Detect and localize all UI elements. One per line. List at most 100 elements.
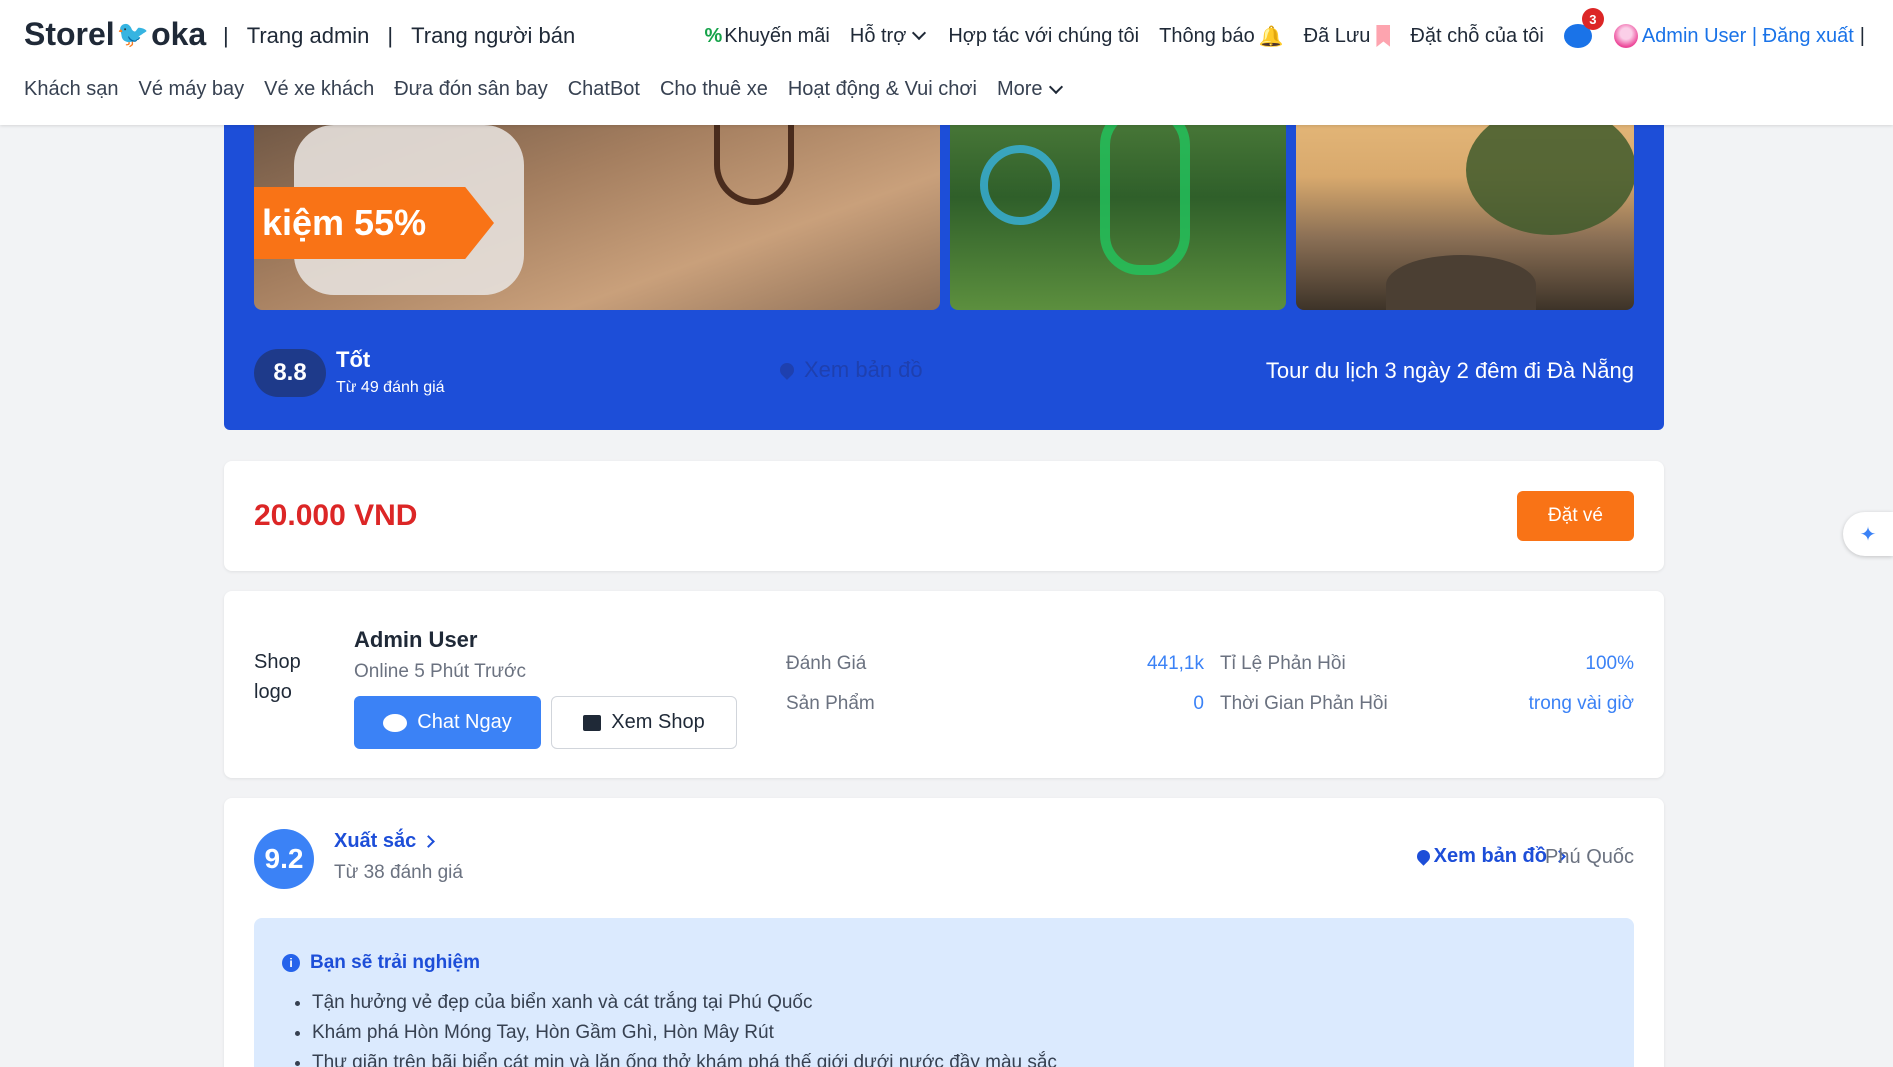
- my-bookings-label: Đặt chỗ của tôi: [1410, 24, 1544, 47]
- support-label: Hỗ trợ: [849, 24, 907, 47]
- saved-link[interactable]: Đã Lưu: [1304, 25, 1391, 48]
- info-icon: i: [282, 954, 300, 972]
- rating-label: Xuất sắc: [334, 830, 417, 852]
- hero-rating-label: Tốt: [336, 347, 371, 372]
- divider: |: [223, 23, 229, 48]
- location-label: Phú Quốc: [1545, 846, 1634, 868]
- seller-page-link[interactable]: Trang người bán: [411, 23, 575, 49]
- divider: |: [387, 23, 394, 48]
- category-nav: Khách sạn Vé máy bay Vé xe khách Đưa đón…: [24, 78, 1085, 101]
- percent-icon: %: [704, 24, 723, 47]
- price-card: 20.000 VND Đặt vé: [224, 461, 1664, 571]
- nav-activities[interactable]: Hoạt động & Vui chơi: [788, 78, 977, 101]
- stat-response-rate-label: Tỉ Lệ Phản Hồi: [1220, 653, 1346, 674]
- top-nav-right: % Khuyến mãi Hỗ trợ Hợp tác với chúng tô…: [704, 8, 1865, 50]
- discount-ribbon: kiệm 55%: [254, 187, 494, 259]
- stat-response-rate-value: 100%: [1585, 653, 1634, 674]
- seller-card: Shop logo Admin User Online 5 Phút Trước…: [224, 591, 1664, 778]
- promotions-link[interactable]: % Khuyến mãi: [704, 25, 829, 48]
- map-pin-icon: [777, 360, 797, 380]
- discount-label: kiệm 55%: [262, 202, 427, 243]
- shop-logo: Shop logo: [254, 651, 301, 703]
- bird-icon: 🐦: [116, 19, 150, 49]
- rating-score-badge: 9.2: [254, 829, 314, 889]
- nav-airport-transfer[interactable]: Đưa đón sân bay: [394, 78, 548, 101]
- notifications-link[interactable]: Thông báo 🔔: [1159, 24, 1284, 49]
- nav-hotels[interactable]: Khách sạn: [24, 78, 119, 101]
- promotions-label: Khuyến mãi: [724, 24, 830, 47]
- nav-more-label: More: [996, 78, 1043, 100]
- seller-status: Online 5 Phút Trước: [354, 661, 526, 682]
- stat-rating-label: Đánh Giá: [786, 653, 867, 674]
- stat-response-time-value: trong vài giờ: [1528, 693, 1634, 714]
- notifications-label: Thông báo: [1159, 24, 1255, 47]
- partner-label: Hợp tác với chúng tôi: [948, 24, 1140, 47]
- hero-rating-count: Từ 49 đánh giá: [336, 379, 445, 396]
- messages-button[interactable]: 3: [1563, 8, 1604, 50]
- water-park-photo[interactable]: [950, 105, 1286, 310]
- experience-title-label: Bạn sẽ trải nghiệm: [310, 952, 480, 973]
- user-menu[interactable]: Admin User | Đăng xuất |: [1613, 24, 1865, 48]
- map-pin-icon: [1413, 847, 1433, 866]
- rating-count: Từ 38 đánh giá: [334, 862, 463, 883]
- view-map-label: Xem bản đồ: [1433, 845, 1547, 867]
- saved-label: Đã Lưu: [1303, 24, 1371, 47]
- partner-link[interactable]: Hợp tác với chúng tôi: [948, 25, 1139, 48]
- hero-map-link[interactable]: Xem bản đồ: [777, 357, 923, 383]
- main-photo[interactable]: kiệm 55%: [254, 105, 940, 310]
- brand-logo[interactable]: Storel 🐦 oka: [24, 16, 206, 53]
- chat-now-label: Chat Ngay: [417, 711, 512, 733]
- chevron-down-icon: [912, 25, 927, 41]
- price-amount: 20.000 VND: [254, 499, 418, 532]
- divider: |: [1859, 24, 1865, 47]
- floating-assistant-button[interactable]: ✦: [1843, 512, 1893, 556]
- chevron-down-icon: [1048, 79, 1063, 94]
- chevron-right-icon: [422, 835, 436, 848]
- top-nav-left: | Trang admin | Trang người bán: [205, 23, 575, 49]
- tour-hero: kiệm 55% 8.8 Tốt Từ 49 đánh giá Xem bản …: [224, 105, 1664, 430]
- avatar: [1613, 24, 1638, 48]
- view-shop-button[interactable]: Xem Shop: [551, 696, 737, 749]
- list-item: Tận hưởng vẻ đẹp của biển xanh và cát tr…: [312, 988, 1057, 1018]
- view-shop-label: Xem Shop: [611, 711, 705, 733]
- stat-products-label: Sản Phẩm: [786, 693, 875, 714]
- chat-icon: [383, 713, 408, 732]
- experience-list: Tận hưởng vẻ đẹp của biển xanh và cát tr…: [312, 988, 1057, 1067]
- tour-title: Tour du lịch 3 ngày 2 đêm đi Đà Nẵng: [1265, 358, 1634, 383]
- stat-response-time-label: Thời Gian Phản Hồi: [1220, 693, 1388, 714]
- admin-page-link[interactable]: Trang admin: [247, 23, 370, 49]
- experience-title: i Bạn sẽ trải nghiệm: [282, 952, 480, 974]
- seller-name: Admin User: [354, 627, 478, 652]
- rating-label-link[interactable]: Xuất sắc: [334, 830, 436, 853]
- top-header: Storel 🐦 oka | Trang admin | Trang người…: [0, 0, 1893, 125]
- nav-bus-tickets[interactable]: Vé xe khách: [264, 78, 374, 101]
- sparkle-drop-icon: ✦: [1859, 523, 1877, 546]
- bookmark-icon: [1376, 25, 1391, 47]
- stat-rating-value: 441,1k: [1146, 653, 1204, 674]
- nav-more[interactable]: More: [997, 78, 1065, 101]
- support-menu[interactable]: Hỗ trợ: [850, 25, 928, 48]
- book-ticket-button[interactable]: Đặt vé: [1517, 491, 1634, 541]
- hero-map-label: Xem bản đồ: [804, 357, 923, 382]
- hero-score-badge: 8.8: [254, 349, 326, 397]
- nav-car-rental[interactable]: Cho thuê xe: [660, 78, 768, 101]
- my-bookings-link[interactable]: Đặt chỗ của tôi: [1410, 25, 1543, 48]
- list-item: Khám phá Hòn Móng Tay, Hòn Gầm Ghì, Hòn …: [312, 1018, 1057, 1048]
- experience-box: i Bạn sẽ trải nghiệm Tận hưởng vẻ đẹp củ…: [254, 918, 1634, 1067]
- list-item: Thư giãn trên bãi biển cát mịn và lặn ốn…: [312, 1048, 1057, 1067]
- bell-icon: 🔔: [1258, 25, 1284, 48]
- hero-rating: Tốt Từ 49 đánh giá: [336, 347, 445, 397]
- nav-chatbot[interactable]: ChatBot: [568, 78, 640, 101]
- message-count-badge: 3: [1581, 8, 1604, 30]
- brand-text-right: oka: [151, 16, 207, 52]
- brand-text-left: Storel: [24, 16, 115, 52]
- rating-card: 9.2 Xuất sắc Từ 38 đánh giá Xem bản đồ P…: [224, 798, 1664, 1067]
- stat-products-value: 0: [1193, 693, 1204, 714]
- chat-bubble-icon: 3: [1563, 8, 1604, 50]
- chat-now-button[interactable]: Chat Ngay: [354, 696, 541, 749]
- nav-flights[interactable]: Vé máy bay: [139, 78, 245, 101]
- view-map-link[interactable]: Xem bản đồ: [1413, 845, 1566, 868]
- mountain-view-photo[interactable]: [1296, 105, 1634, 310]
- admin-logout-link[interactable]: Admin User | Đăng xuất: [1642, 25, 1854, 48]
- store-icon: [583, 714, 602, 731]
